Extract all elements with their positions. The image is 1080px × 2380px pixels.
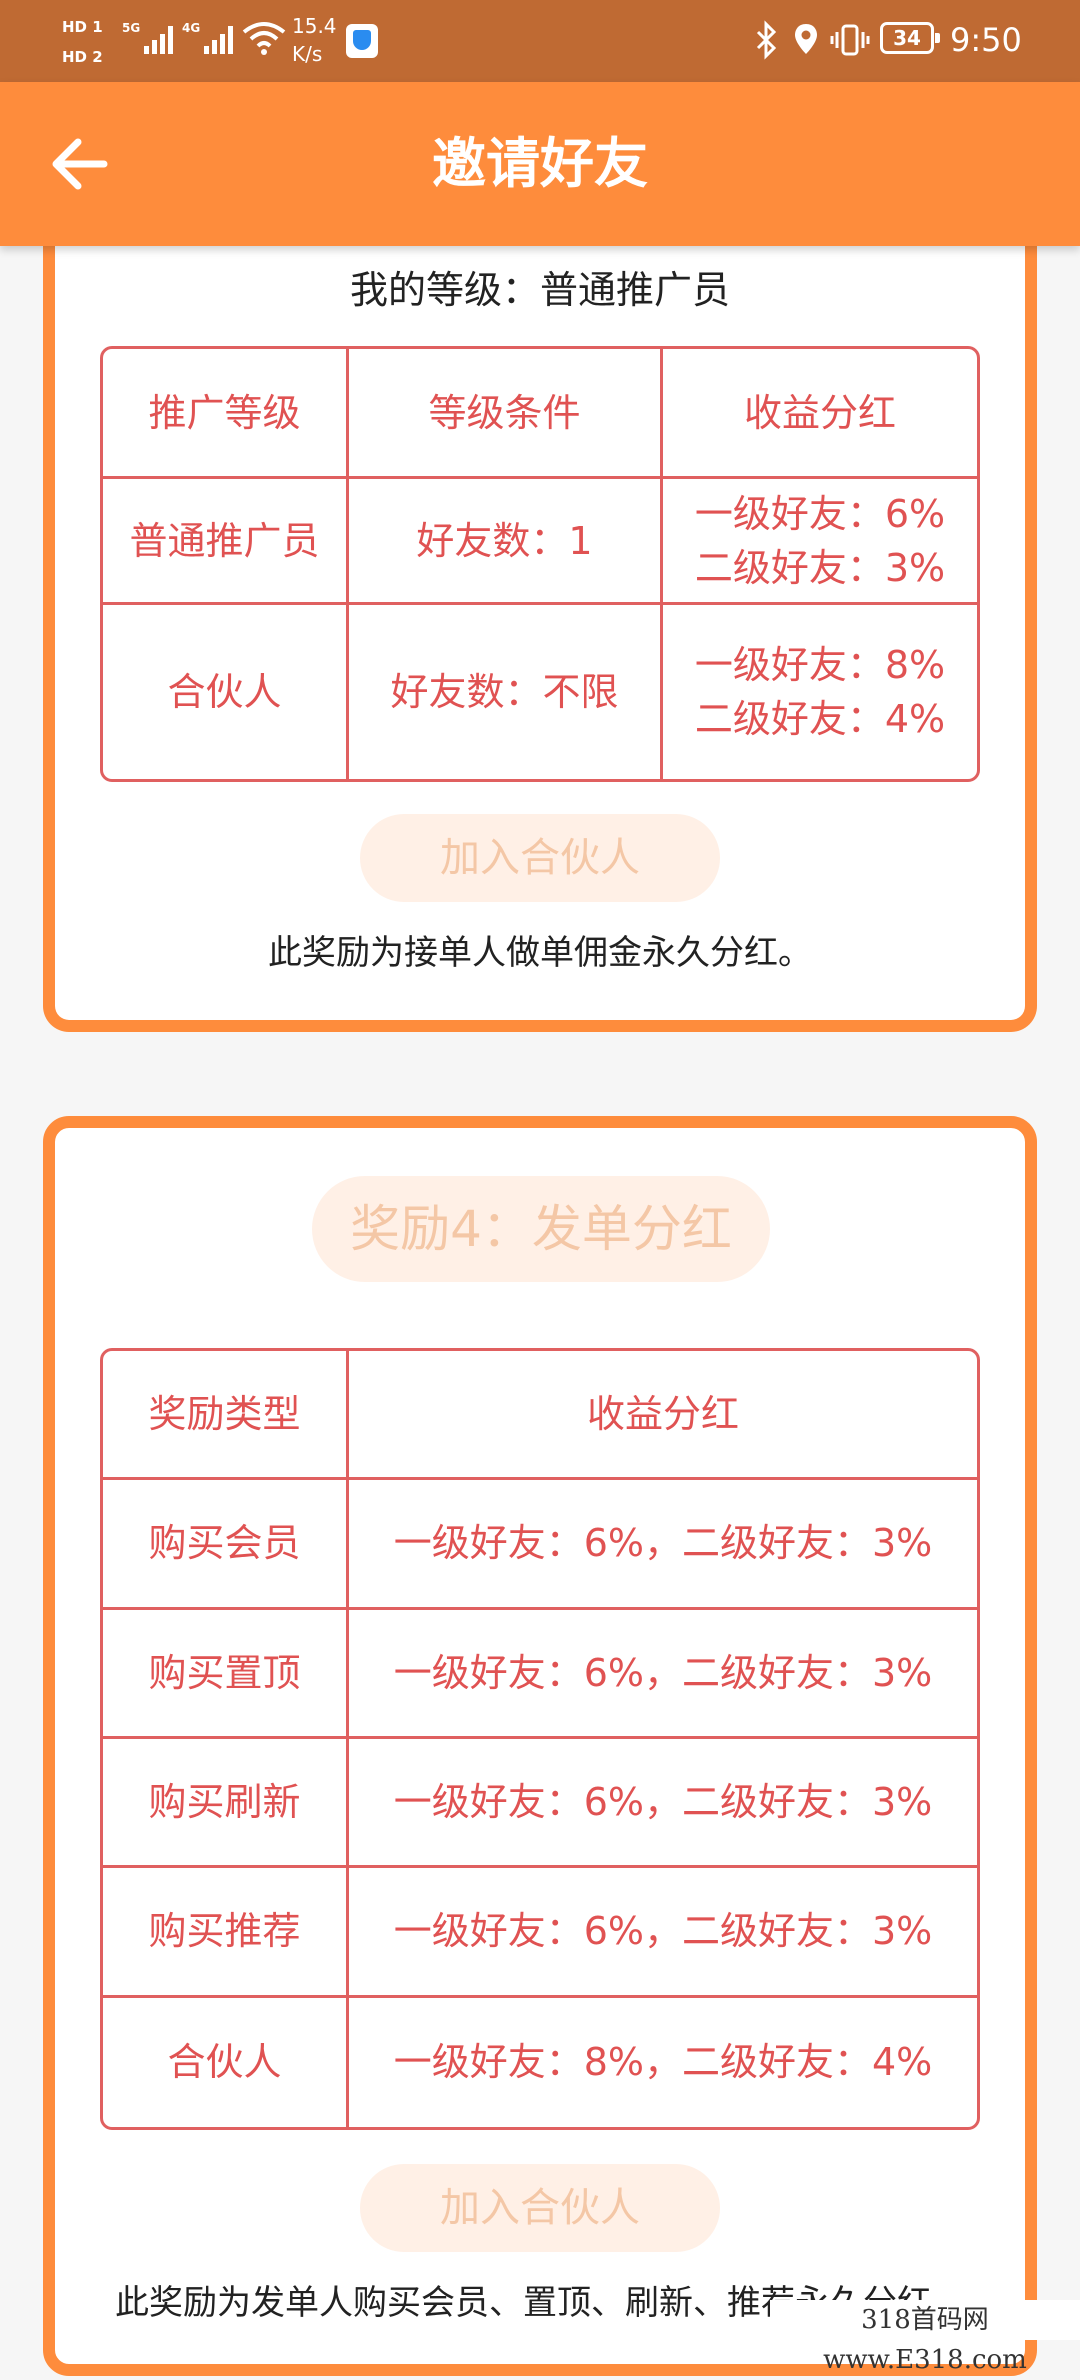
table-header-row: 奖励类型 收益分红 [103,1351,977,1481]
net1-label: 5G [122,21,140,35]
my-level-text: 我的等级：普通推广员 [349,268,730,312]
table-row: 合伙人 一级好友：8%，二级好友：4% [103,1997,977,2127]
table-header-cell: 等级条件 [349,349,663,479]
table-cell-type: 购买会员 [103,1480,349,1610]
net2-label: 4G [182,21,200,35]
level-table: 推广等级 等级条件 收益分红 普通推广员 好友数：1 一级好友：6% 二级好友：… [100,346,980,782]
hd1-label: HD 1 [62,18,103,36]
reward4-title: 奖励4：发单分红 [312,1176,770,1282]
table-header-cell: 收益分红 [349,1351,977,1481]
table-cell-type: 合伙人 [103,1997,349,2127]
table-cell-level: 普通推广员 [103,479,349,605]
speed-value: 15.4 [292,14,337,38]
dividend-line-2: 二级好友：4% [694,697,946,741]
table-header-cell: 奖励类型 [103,1351,349,1481]
hd2-label: HD 2 [62,48,103,66]
vibrate-icon [830,24,870,56]
status-bar: HD 1 HD 2 5G 4G 15.4 K/s 34 9:50 [0,0,1080,82]
dividend-line-1: 一级好友：6% [694,491,946,536]
wifi-icon [242,22,286,55]
table-cell-dividend: 一级好友：6%，二级好友：3% [349,1480,977,1610]
dividend-line-2: 二级好友：3% [694,545,946,590]
speed-unit: K/s [292,42,323,66]
table-cell-dividend: 一级好友：6%，二级好友：3% [349,1610,977,1739]
app-header: 邀请好友 [0,82,1080,246]
table-row: 购买刷新 一级好友：6%，二级好友：3% [103,1738,977,1869]
table-cell-dividend: 一级好友：6%，二级好友：3% [349,1739,977,1869]
table-cell-level: 合伙人 [103,605,349,779]
table-cell-type: 购买刷新 [103,1738,349,1869]
location-icon [795,24,817,54]
page-title: 邀请好友 [432,132,648,195]
table-cell-type: 购买置顶 [103,1609,349,1739]
table-header-cell: 收益分红 [663,349,977,479]
table-row: 购买置顶 一级好友：6%，二级好友：3% [103,1609,977,1739]
table-cell-dividend: 一级好友：6%，二级好友：3% [349,1868,977,1998]
signal-5g-icon: 5G [122,21,173,54]
join-partner-button[interactable]: 加入合伙人 [360,814,720,902]
level-card: 我的等级：普通推广员 推广等级 等级条件 收益分红 普通推广员 好友数：1 一级… [43,180,1037,1032]
table-row: 购买推荐 一级好友：6%，二级好友：3% [103,1868,977,1998]
table-row: 购买会员 一级好友：6%，二级好友：3% [103,1480,977,1610]
table-header-cell: 推广等级 [103,349,349,479]
signal-4g-icon: 4G [182,21,233,54]
bluetooth-icon [756,20,777,60]
table-row: 普通推广员 好友数：1 一级好友：6% 二级好友：3% [103,479,977,605]
table-cell-condition: 好友数：不限 [349,605,663,779]
hd-indicator: HD 1 HD 2 [62,12,114,72]
table-cell-type: 购买推荐 [103,1868,349,1998]
shield-icon-inner [353,30,371,50]
table-cell-condition: 好友数：1 [349,479,663,605]
network-speed: 15.4 K/s [292,12,337,68]
battery-icon: 34 [880,22,940,54]
watermark: 318首码网 www.E318.com [770,2300,1080,2375]
shield-icon [346,24,378,58]
reward4-table: 奖励类型 收益分红 购买会员 一级好友：6%，二级好友：3% 购买置顶 一级好友… [100,1348,980,2130]
table-row: 合伙人 好友数：不限 一级好友：8% 二级好友：4% [103,605,977,779]
join-partner-button[interactable]: 加入合伙人 [360,2164,720,2252]
reward4-card: 奖励4：发单分红 奖励类型 收益分红 购买会员 一级好友：6%，二级好友：3% … [43,1116,1037,2376]
dividend-line-1: 一级好友：8% [694,643,946,687]
table-cell-dividend: 一级好友：8%，二级好友：4% [393,2040,933,2085]
table-cell-dividend: 一级好友：6% 二级好友：3% [663,479,977,605]
table-header-row: 推广等级 等级条件 收益分红 [103,349,977,479]
clock: 9:50 [950,21,1022,59]
table-cell-dividend: 一级好友：8% 二级好友：4% [663,605,977,779]
reward-note: 此奖励为接单人做单佣金永久分红。 [268,933,812,973]
